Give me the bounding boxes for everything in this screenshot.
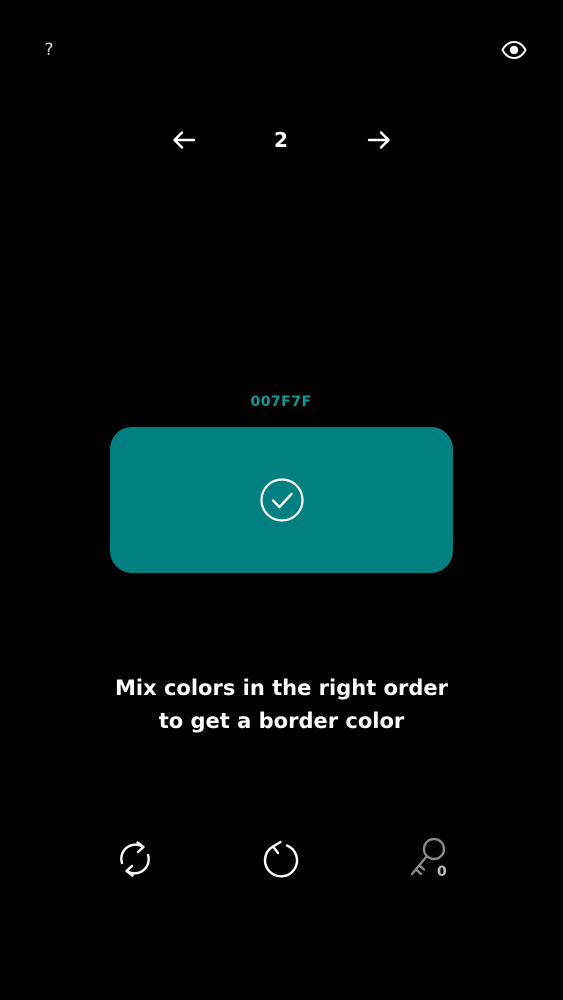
arrow-left-icon	[173, 131, 196, 149]
shuffle-icon	[120, 841, 150, 877]
key-count: 0	[437, 864, 447, 880]
shuffle-button[interactable]	[111, 835, 159, 883]
instruction-line-1: Mix colors in the right order	[115, 676, 448, 700]
previous-level-button[interactable]	[166, 124, 202, 156]
restart-icon	[263, 840, 299, 878]
arrow-right-icon	[367, 131, 390, 149]
restart-button[interactable]	[257, 835, 305, 883]
check-circle-icon	[259, 478, 304, 522]
instruction-line-2: to get a border color	[158, 709, 405, 733]
instruction-text: Mix colors in the right order to get a b…	[40, 672, 523, 738]
key-icon	[410, 837, 446, 876]
target-hex-label: 007F7F	[250, 394, 312, 410]
level-number: 2	[274, 128, 288, 152]
eye-icon	[501, 41, 527, 59]
eye-button[interactable]	[498, 36, 530, 64]
help-button[interactable]: ?	[36, 36, 62, 64]
next-level-button[interactable]	[361, 124, 397, 156]
hint-key-button[interactable]	[404, 834, 456, 884]
target-color-card	[110, 427, 453, 573]
